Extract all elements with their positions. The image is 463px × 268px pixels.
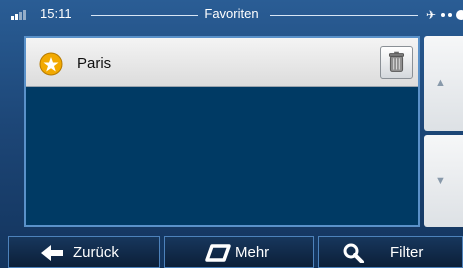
more-icon	[205, 244, 231, 262]
status-bar: 15:11 Favoriten ✈	[0, 0, 463, 28]
scroll-up-button[interactable]: ▲	[424, 36, 463, 131]
filter-button-label: Filter	[390, 244, 424, 261]
scroll-down-button[interactable]: ▼	[424, 135, 463, 227]
filter-button[interactable]: Filter	[318, 236, 463, 268]
arrow-left-icon	[41, 245, 63, 261]
delete-button[interactable]	[380, 46, 413, 79]
scroll-up-icon: ▲	[435, 77, 446, 89]
favorites-screen: 15:11 Favoriten ✈ Paris ▲ ▼ Zurück Mehr …	[0, 0, 463, 268]
screen-title: Favoriten	[204, 6, 259, 21]
list-item-label: Paris	[77, 55, 112, 72]
back-button-label: Zurück	[73, 244, 119, 261]
gps-status-icon: ✈	[426, 8, 463, 22]
favorite-star-icon	[39, 52, 63, 76]
scroll-down-icon: ▼	[435, 175, 446, 187]
list-item[interactable]: Paris	[26, 38, 418, 87]
back-button[interactable]: Zurück	[8, 236, 160, 268]
trash-icon	[388, 51, 405, 72]
favorites-list[interactable]: Paris	[24, 36, 420, 227]
satellite-icon: ✈	[426, 8, 437, 22]
more-button-label: Mehr	[235, 244, 270, 261]
more-button[interactable]: Mehr	[164, 236, 314, 268]
search-icon	[343, 243, 364, 263]
